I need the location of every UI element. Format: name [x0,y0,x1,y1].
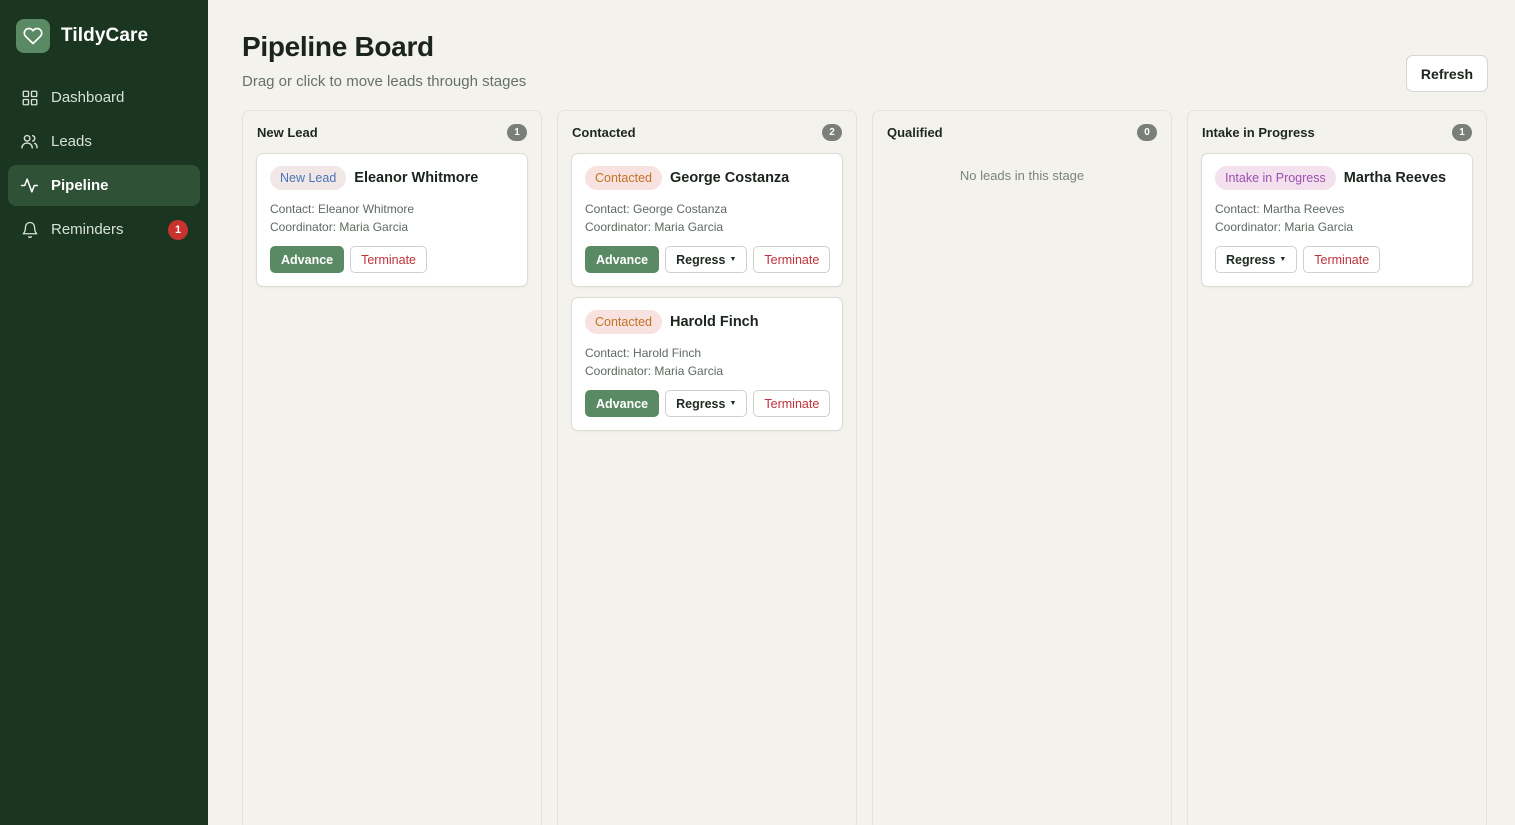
card-actions: Regress ▼ Terminate [1215,246,1459,273]
card-header: New Lead Eleanor Whitmore [270,166,514,190]
pulse-icon [20,176,39,195]
card-actions: Advance Terminate [270,246,514,273]
coordinator-text: Coordinator: Maria Garcia [270,220,409,234]
regress-button[interactable]: Regress ▼ [665,246,748,273]
column-title: New Lead [257,124,318,140]
column-title: Qualified [887,124,943,140]
sidebar-item-dashboard[interactable]: Dashboard [8,77,200,118]
card-meta: Contact: Harold Finch Coordinator: Maria… [585,344,829,380]
caret-down-icon: ▼ [729,400,737,407]
regress-label: Regress [676,252,726,267]
sidebar-item-label: Pipeline [51,177,109,194]
terminate-button[interactable]: Terminate [753,390,831,417]
sidebar-item-pipeline[interactable]: Pipeline [8,165,200,206]
column-qualified[interactable]: Qualified 0 No leads in this stage [872,110,1172,825]
sidebar-item-reminders[interactable]: Reminders 1 [8,209,200,250]
contact-text: Contact: Martha Reeves [1215,202,1345,216]
lead-name: Harold Finch [669,314,759,330]
stage-pill: Contacted [585,310,662,334]
column-count-badge: 2 [822,123,842,141]
terminate-button[interactable]: Terminate [753,246,831,273]
lead-card[interactable]: Contacted George Costanza Contact: Georg… [571,153,843,287]
lead-name: Martha Reeves [1343,170,1447,186]
sidebar-nav: Dashboard Leads Pipeline Reminders 1 [0,77,208,250]
sidebar-item-label: Leads [51,133,92,150]
brand[interactable]: TildyCare [0,0,208,53]
card-actions: Advance Regress ▼ Terminate [585,246,831,273]
column-header: New Lead 1 [256,111,528,153]
card-actions: Advance Regress ▼ Terminate [585,390,831,417]
empty-stage-message: No leads in this stage [959,168,1085,183]
stage-pill: New Lead [270,166,347,190]
column-intake-in-progress[interactable]: Intake in Progress 1 Intake in Progress … [1187,110,1487,825]
column-count-badge: 1 [1452,123,1472,141]
caret-down-icon: ▼ [1279,256,1287,263]
stage-pill: Contacted [585,166,662,190]
bell-icon [20,220,39,239]
terminate-button[interactable]: Terminate [1303,246,1381,273]
stage-pill: Intake in Progress [1215,166,1336,190]
card-header: Contacted Harold Finch [585,310,829,334]
contact-text: Contact: Harold Finch [585,346,702,360]
app-name: TildyCare [61,24,149,46]
sidebar-item-label: Reminders [51,221,124,238]
coordinator-text: Coordinator: Maria Garcia [585,364,724,378]
regress-label: Regress [1226,252,1276,267]
lead-card[interactable]: Intake in Progress Martha Reeves Contact… [1201,153,1473,287]
card-meta: Contact: Martha Reeves Coordinator: Mari… [1215,200,1459,236]
column-header: Contacted 2 [571,111,843,153]
main-content: Pipeline Board Drag or click to move lea… [208,0,1515,825]
coordinator-text: Coordinator: Maria Garcia [1215,220,1354,234]
column-title: Contacted [572,124,636,140]
sidebar-item-leads[interactable]: Leads [8,121,200,162]
caret-down-icon: ▼ [729,256,737,263]
reminders-count-badge: 1 [168,219,188,240]
column-header: Qualified 0 [886,111,1158,153]
page-subtitle: Drag or click to move leads through stag… [242,73,527,90]
terminate-button[interactable]: Terminate [350,246,427,273]
users-icon [20,132,39,151]
column-new-lead[interactable]: New Lead 1 New Lead Eleanor Whitmore Con… [242,110,542,825]
lead-card[interactable]: New Lead Eleanor Whitmore Contact: Elean… [256,153,528,287]
column-title: Intake in Progress [1202,124,1315,140]
contact-text: Contact: Eleanor Whitmore [270,202,415,216]
lead-name: George Costanza [669,170,790,186]
lead-name: Eleanor Whitmore [354,170,479,186]
card-header: Contacted George Costanza [585,166,829,190]
card-header: Intake in Progress Martha Reeves [1215,166,1459,190]
column-header: Intake in Progress 1 [1201,111,1473,153]
refresh-button[interactable]: Refresh [1406,55,1488,92]
sidebar-item-label: Dashboard [51,89,125,106]
regress-button[interactable]: Regress ▼ [1215,246,1298,273]
advance-button[interactable]: Advance [585,246,660,273]
card-meta: Contact: George Costanza Coordinator: Ma… [585,200,829,236]
heart-icon [16,18,50,53]
column-contacted[interactable]: Contacted 2 Contacted George Costanza Co… [557,110,857,825]
advance-button[interactable]: Advance [585,390,660,417]
pipeline-board: New Lead 1 New Lead Eleanor Whitmore Con… [242,110,1488,825]
regress-button[interactable]: Regress ▼ [665,390,748,417]
regress-label: Regress [676,396,726,411]
column-count-badge: 0 [1137,123,1157,141]
column-count-badge: 1 [507,123,527,141]
contact-text: Contact: George Costanza [585,202,728,216]
grid-icon [20,88,39,107]
page-title: Pipeline Board [242,31,434,62]
card-meta: Contact: Eleanor Whitmore Coordinator: M… [270,200,514,236]
coordinator-text: Coordinator: Maria Garcia [585,220,724,234]
lead-card[interactable]: Contacted Harold Finch Contact: Harold F… [571,297,843,431]
sidebar: TildyCare Dashboard Leads Pipeline Remin… [0,0,208,825]
advance-button[interactable]: Advance [270,246,345,273]
